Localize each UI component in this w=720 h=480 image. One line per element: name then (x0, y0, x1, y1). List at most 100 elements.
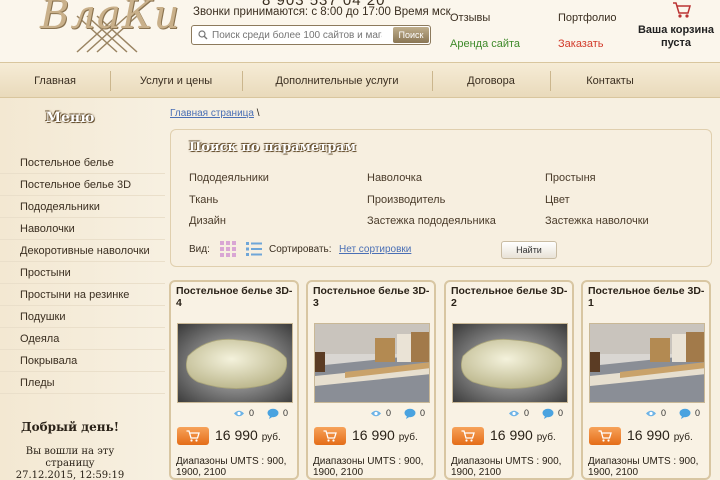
filter-pillowcase[interactable]: Наволочка (367, 172, 422, 184)
parameter-search-heading: Поиск по параметрам (189, 140, 357, 155)
main-nav: Главная Услуги и цены Дополнительные усл… (0, 62, 720, 98)
product-stats: 0 0 (645, 408, 707, 420)
reviews-link[interactable]: Отзывы (450, 12, 490, 24)
eye-icon (509, 410, 519, 417)
product-image[interactable] (452, 323, 568, 403)
currency: руб. (536, 432, 556, 443)
logo[interactable]: ВлаКи (22, 0, 182, 54)
sidebar-heading: Меню (45, 110, 95, 126)
portfolio-link[interactable]: Портфолио (558, 12, 617, 24)
sidebar-item-decorative-pillowcases[interactable]: Декоротивные наволочки (0, 240, 165, 262)
product-image[interactable] (589, 323, 705, 403)
add-to-cart-button[interactable] (452, 427, 484, 445)
header: ВлаКи 8 903 537 04 20 Звонки принимаются… (0, 0, 720, 62)
add-to-cart-button[interactable] (177, 427, 209, 445)
product-image[interactable] (314, 323, 430, 403)
cart[interactable]: Ваша корзина пуста (632, 0, 720, 54)
breadcrumb: Главная страница \ (170, 108, 260, 119)
views-count: 0 (524, 408, 530, 418)
sidebar-item-sheets[interactable]: Простыни (0, 262, 165, 284)
sidebar-item-duvet-covers[interactable]: Пододеяльники (0, 196, 165, 218)
nav-item-extra-services[interactable]: Дополнительные услуги (242, 63, 432, 99)
comments-count: 0 (420, 408, 426, 418)
sidebar-item-pillowcases[interactable]: Наволочки (0, 218, 165, 240)
cart-icon (186, 430, 200, 442)
product-card[interactable]: Постельное белье 3D-4 0 0 16 990 руб. Ди… (169, 280, 299, 480)
comment-icon (542, 408, 554, 419)
sidebar-item-bedding[interactable]: Постельное белье (0, 152, 165, 174)
filter-fabric[interactable]: Ткань (189, 194, 218, 206)
search-button[interactable]: Поиск (393, 27, 429, 43)
product-card[interactable]: Постельное белье 3D-1 0 0 16 990 руб. Ди… (581, 280, 711, 480)
shopping-cart-icon (673, 2, 691, 18)
product-price: 16 990 руб. (352, 427, 418, 443)
pillow-image-icon (453, 324, 567, 402)
sidebar-item-blankets[interactable]: Одеяла (0, 328, 165, 350)
cart-icon (598, 430, 612, 442)
filter-pillowcase-closure[interactable]: Застежка наволочки (545, 215, 649, 227)
list-view-icon[interactable] (245, 240, 263, 258)
sidebar-item-bedspreads[interactable]: Покрывала (0, 350, 165, 372)
product-stats: 0 0 (508, 408, 570, 420)
product-card[interactable]: Постельное белье 3D-2 0 0 16 990 руб. Ди… (444, 280, 574, 480)
filter-color[interactable]: Цвет (545, 194, 570, 206)
price-value: 16 990 (352, 427, 395, 443)
comments-count: 0 (283, 408, 289, 418)
cart-icon (461, 430, 475, 442)
find-button[interactable]: Найти (501, 241, 557, 259)
product-price: 16 990 руб. (627, 427, 693, 443)
sidebar-item-fitted-sheets[interactable]: Простыни на резинке (0, 284, 165, 306)
product-image[interactable] (177, 323, 293, 403)
add-to-cart-button[interactable] (314, 427, 346, 445)
parameter-search-panel: Поиск по параметрам Пододеяльники Ткань … (170, 129, 712, 267)
currency: руб. (673, 432, 693, 443)
sort-select[interactable]: Нет сортировки (339, 244, 411, 255)
filter-manufacturer[interactable]: Производитель (367, 194, 445, 206)
product-card[interactable]: Постельное белье 3D-3 0 0 16 990 руб. Ди… (306, 280, 436, 480)
rent-site-link[interactable]: Аренда сайта (450, 38, 520, 50)
visit-label: Вы вошли на эту страницу (25, 446, 115, 469)
nav-item-home[interactable]: Главная (0, 63, 110, 99)
comments-count: 0 (558, 408, 564, 418)
nav-item-contacts[interactable]: Контакты (550, 63, 670, 99)
filter-duvet-closure[interactable]: Застежка пододеяльника (367, 215, 496, 227)
product-title[interactable]: Постельное белье 3D-3 (313, 285, 433, 309)
greeting: Добрый день! (20, 420, 119, 434)
product-title[interactable]: Постельное белье 3D-1 (588, 285, 708, 309)
bed-image-icon (315, 324, 429, 402)
price-value: 16 990 (215, 427, 258, 443)
product-price: 16 990 руб. (490, 427, 556, 443)
visit-time: 27.12.2015, 12:59:19 (15, 470, 125, 480)
filter-duvet-covers[interactable]: Пододеяльники (189, 172, 269, 184)
product-price: 16 990 руб. (215, 427, 281, 443)
sidebar-item-bedding-3d[interactable]: Постельное белье 3D (0, 174, 165, 196)
views-count: 0 (386, 408, 392, 418)
product-description: Диапазоны UMTS : 900, 1900, 2100 (451, 456, 562, 478)
product-title[interactable]: Постельное белье 3D-2 (451, 285, 571, 309)
cart-icon (323, 430, 337, 442)
nav-item-contracts[interactable]: Договора (432, 63, 550, 99)
price-value: 16 990 (627, 427, 670, 443)
search-input[interactable] (212, 27, 382, 43)
product-description: Диапазоны UMTS : 900, 1900, 2100 (588, 456, 699, 478)
view-label: Вид: (189, 244, 210, 255)
breadcrumb-home-link[interactable]: Главная страница (170, 108, 254, 119)
currency: руб. (398, 432, 418, 443)
sidebar-item-pillows[interactable]: Подушки (0, 306, 165, 328)
order-link[interactable]: Заказать (558, 38, 604, 50)
product-title[interactable]: Постельное белье 3D-4 (176, 285, 296, 309)
nav-item-services[interactable]: Услуги и цены (110, 63, 242, 99)
filter-sheet[interactable]: Простыня (545, 172, 596, 184)
product-stats: 0 0 (370, 408, 432, 420)
logo-text: ВлаКи (40, 0, 181, 38)
add-to-cart-button[interactable] (589, 427, 621, 445)
sort-label: Сортировать: (269, 244, 332, 255)
sidebar-item-plaids[interactable]: Пледы (0, 372, 165, 394)
search-box: Поиск (191, 25, 431, 45)
sidebar-menu: Постельное белье Постельное белье 3D Под… (0, 152, 165, 394)
filter-design[interactable]: Дизайн (189, 215, 226, 227)
views-count: 0 (249, 408, 255, 418)
currency: руб. (261, 432, 281, 443)
grid-view-icon[interactable] (219, 240, 237, 258)
eye-icon (371, 410, 381, 417)
